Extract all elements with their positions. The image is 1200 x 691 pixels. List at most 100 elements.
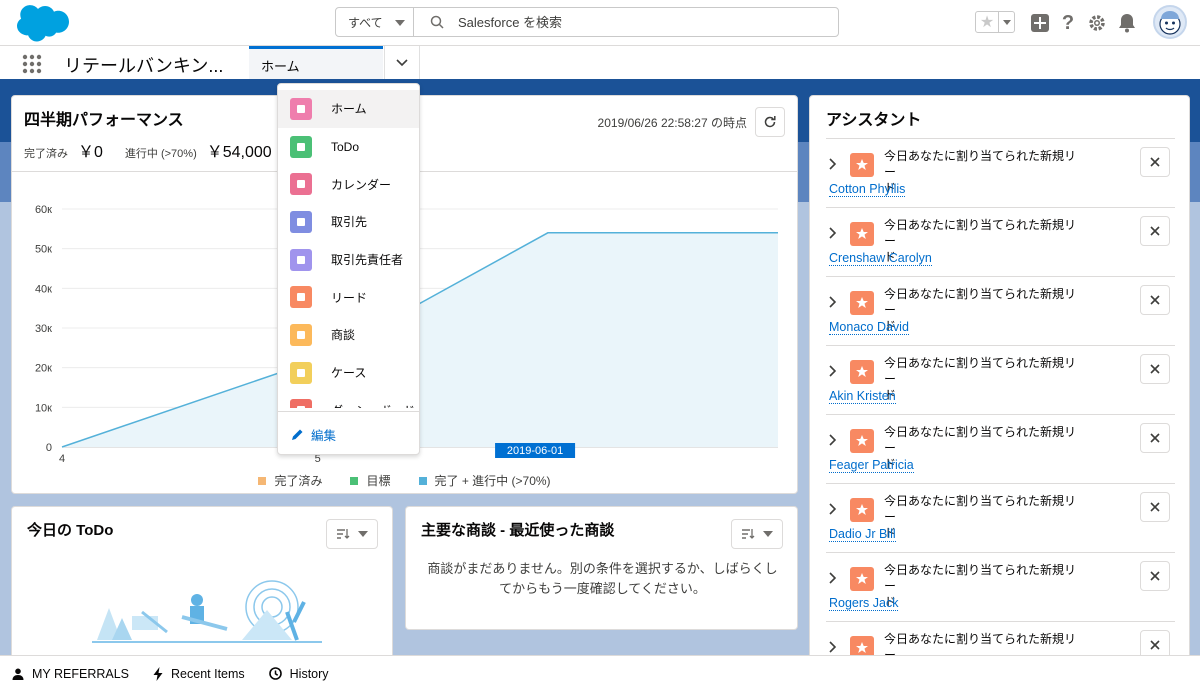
assistant-item: 今日あなたに割り当てられた新規リード Dadio Jr Bill [826, 483, 1175, 552]
utility-recent-items[interactable]: Recent Items [153, 666, 245, 681]
dismiss-button[interactable] [1140, 216, 1170, 246]
nav-menu-item[interactable]: リード [278, 278, 419, 316]
lead-icon [850, 153, 874, 177]
edit-nav-button[interactable]: 編集 [290, 425, 336, 444]
dismiss-button[interactable] [1140, 561, 1170, 591]
legend-item: 完了 + 進行中 (>70%) [418, 472, 551, 489]
lead-name-link[interactable]: Feager Patricia [829, 458, 914, 473]
nav-menu-dropdown: ホーム ToDo カレンダー取引先取引先責任者リード商談ケースダッシュボード 編集 [277, 83, 420, 455]
utility-my-referrals[interactable]: MY REFERRALS [12, 667, 129, 681]
bell-icon [1119, 14, 1135, 33]
salesforce-logo[interactable] [14, 4, 70, 42]
notifications-button[interactable] [1116, 12, 1138, 34]
dismiss-button[interactable] [1140, 492, 1170, 522]
dismiss-button[interactable] [1140, 285, 1170, 315]
global-create-button[interactable] [1029, 12, 1051, 34]
home-icon [290, 97, 312, 120]
refresh-icon [764, 116, 776, 128]
opportunity-icon [290, 323, 312, 346]
global-header: すべて ★ ? [0, 0, 1200, 46]
close-icon [1150, 364, 1160, 374]
nav-menu-item[interactable]: ホーム [278, 90, 419, 128]
astro-avatar-icon [1159, 11, 1181, 35]
todays-todo-card: 今日の ToDo [11, 506, 393, 666]
chevron-right-icon[interactable] [828, 502, 838, 516]
chart-legend: 完了済み 目標 完了 + 進行中 (>70%) [12, 472, 797, 489]
y-tick-label: 10к [35, 402, 52, 414]
search-field[interactable] [414, 8, 838, 36]
user-avatar[interactable] [1153, 5, 1187, 39]
search-input[interactable] [458, 14, 758, 30]
close-icon [1150, 295, 1160, 305]
assistant-message: 今日あなたに割り当てられた新規リード [884, 356, 1077, 402]
assistant-item: 今日あなたに割り当てられた新規リード Feager Patricia [826, 414, 1175, 483]
nav-menu-item[interactable]: 取引先 [278, 203, 419, 241]
open-label: 進行中 (>70%) [124, 148, 197, 160]
gear-icon [1089, 15, 1105, 31]
nav-menu-item-label: 商談 [331, 328, 356, 343]
chevron-down-icon [358, 531, 368, 537]
opportunity-filter-button[interactable] [731, 519, 783, 549]
assistant-card: アシスタント 今日あなたに割り当てられた新規リード Cotton Phyllis 今… [809, 95, 1190, 665]
lead-name-link[interactable]: Monaco David [829, 320, 909, 335]
clock-icon [268, 667, 282, 680]
nav-menu-item[interactable]: カレンダー [278, 165, 419, 203]
close-icon [1150, 571, 1160, 581]
global-search: すべて [335, 7, 839, 37]
contact-icon [290, 248, 312, 271]
nav-menu-item[interactable]: ケース [278, 354, 419, 392]
nav-menu-toggle[interactable] [384, 46, 420, 79]
x-tick-label: 4 [59, 453, 65, 465]
y-tick-label: 60к [35, 204, 52, 216]
assistant-message: 今日あなたに割り当てられた新規リード [884, 425, 1077, 471]
closed-label: 完了済み [24, 148, 68, 160]
app-launcher-icon[interactable] [22, 54, 42, 74]
chevron-down-icon [396, 58, 408, 66]
y-tick-label: 40к [35, 283, 52, 295]
dismiss-button[interactable] [1140, 354, 1170, 384]
closed-value: ￥0 [78, 144, 103, 161]
card-title: アシスタント [826, 112, 922, 129]
chevron-right-icon[interactable] [828, 295, 838, 309]
nav-menu-item[interactable]: ダッシュボード [278, 392, 419, 408]
nav-menu-item[interactable]: 商談 [278, 316, 419, 354]
lead-name-link[interactable]: Crenshaw Carolyn [829, 251, 932, 266]
todo-filter-button[interactable] [326, 519, 378, 549]
lead-name-link[interactable]: Rogers Jack [829, 596, 899, 611]
nav-menu-item-label: 取引先責任者 [331, 253, 404, 268]
sort-icon [742, 529, 755, 539]
dismiss-button[interactable] [1140, 423, 1170, 453]
setup-button[interactable] [1086, 12, 1108, 34]
chevron-right-icon[interactable] [828, 433, 838, 447]
y-tick-label: 20к [35, 363, 52, 375]
nav-menu-item-label: ホーム [331, 102, 367, 117]
nav-menu-item[interactable]: 取引先責任者 [278, 241, 419, 279]
utility-history[interactable]: History [268, 667, 329, 681]
chevron-right-icon[interactable] [828, 157, 838, 171]
favorites-list-button[interactable] [998, 12, 1014, 32]
nav-menu-item-label: リード [331, 290, 368, 305]
search-icon [430, 15, 444, 29]
lead-icon [850, 498, 874, 522]
assistant-message: 今日あなたに割り当てられた新規リード [884, 563, 1077, 609]
lead-name-link[interactable]: Dadio Jr Bill [829, 527, 896, 542]
dismiss-button[interactable] [1140, 147, 1170, 177]
chevron-right-icon[interactable] [828, 640, 838, 654]
chevron-right-icon[interactable] [828, 571, 838, 585]
lead-icon [850, 429, 874, 453]
tab-home[interactable]: ホーム [249, 46, 383, 79]
refresh-button[interactable] [755, 107, 785, 137]
chevron-right-icon[interactable] [828, 364, 838, 378]
account-icon [290, 210, 312, 233]
help-icon[interactable]: ? [1057, 12, 1079, 34]
nav-menu-item-label: 取引先 [331, 215, 368, 230]
chevron-right-icon[interactable] [828, 226, 838, 240]
nav-menu-item[interactable]: ToDo [278, 128, 419, 166]
lead-name-link[interactable]: Akin Kristen [829, 389, 896, 404]
search-scope-select[interactable]: すべて [336, 8, 414, 36]
assistant-item: 今日あなたに割り当てられた新規リード Monaco David [826, 276, 1175, 345]
lead-icon [850, 567, 874, 591]
favorites-button[interactable]: ★ [975, 11, 1015, 33]
lead-name-link[interactable]: Cotton Phyllis [829, 182, 906, 197]
star-icon[interactable]: ★ [976, 12, 998, 32]
